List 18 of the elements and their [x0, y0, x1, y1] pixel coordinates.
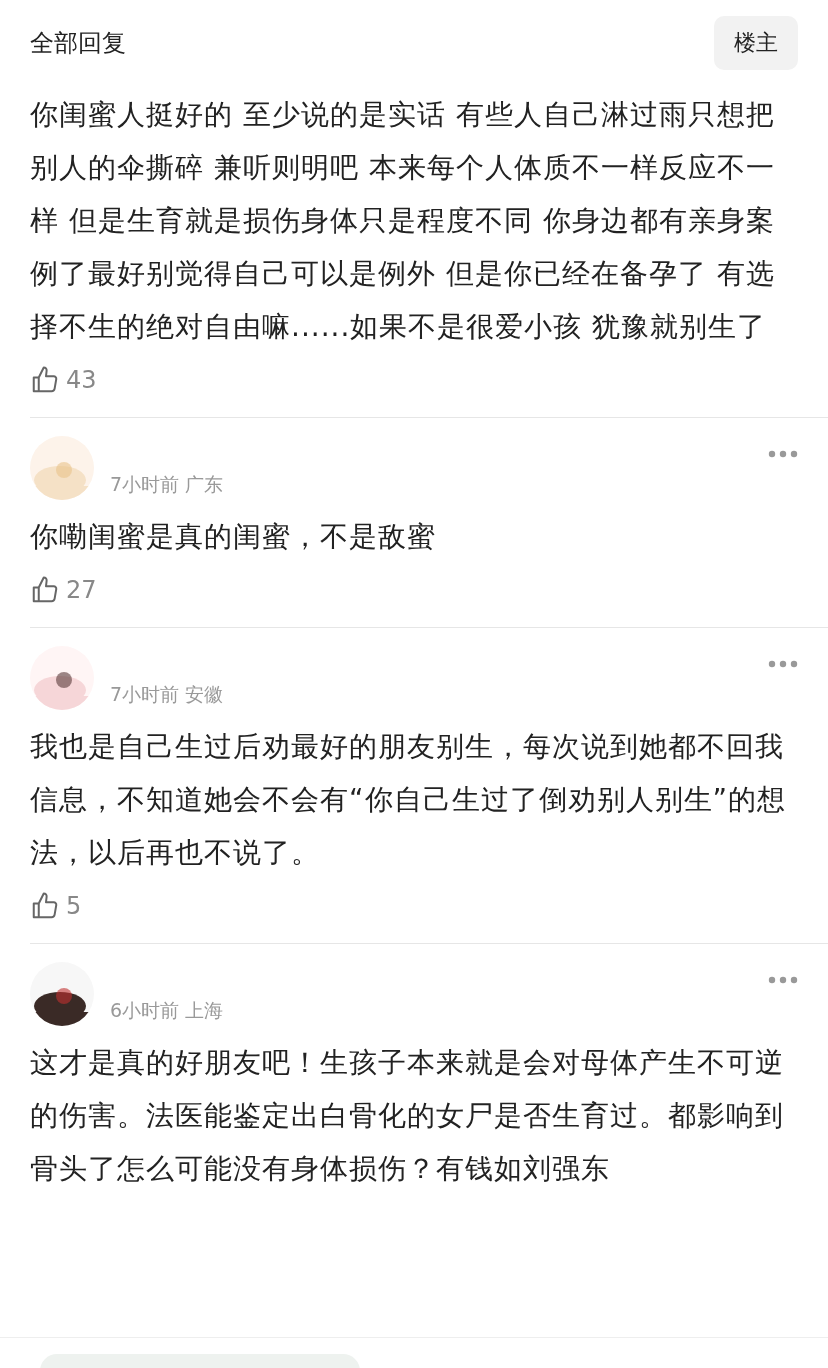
more-icon[interactable]	[768, 660, 798, 668]
more-icon[interactable]	[768, 976, 798, 984]
comment-meta: 7小时前 广东	[110, 472, 224, 497]
like-count: 27	[66, 576, 97, 604]
thumbs-up-icon[interactable]	[30, 575, 60, 605]
like-count: 5	[66, 892, 82, 920]
op-filter-button[interactable]: 楼主	[714, 16, 798, 70]
like-count: 43	[66, 366, 97, 394]
thumbs-up-icon[interactable]	[30, 365, 60, 395]
comment-meta: 7小时前 安徽	[110, 682, 224, 707]
thumbs-up-icon[interactable]	[30, 891, 60, 921]
comment-text: 我也是自己生过后劝最好的朋友别生，每次说到她都不回我信息，不知道她会不会有“你自己生过了倒劝别人别生”的想法，以后再也不说了。	[30, 729, 787, 871]
section-title: 全部回复	[30, 28, 126, 59]
more-icon[interactable]	[768, 450, 798, 458]
comment-meta: 6小时前 上海	[110, 998, 224, 1023]
comment-text: 这才是真的好朋友吧！生孩子本来就是会对母体产生不可逆的伤害。法医能鉴定出白骨化的女尸是否生育过。都影响到骨头了怎么可能没有身体损伤？有钱如刘强东	[30, 1045, 785, 1187]
comment-text: 你闺蜜人挺好的 至少说的是实话 有些人自己淋过雨只想把别人的伞撕碎 兼听则明吧 本来每个人体质不一样反应不一样 但是生育就是损伤身体只是程度不同 你身边都有亲身案例了最好别觉得自己可以是例外 但是你已经在备孕了 有选择不生的绝对自由嘛......如果不是很爱小孩 犹豫就别生了	[30, 97, 776, 345]
comment-text: 你嘞闺蜜是真的闺蜜，不是敌蜜	[30, 519, 437, 555]
